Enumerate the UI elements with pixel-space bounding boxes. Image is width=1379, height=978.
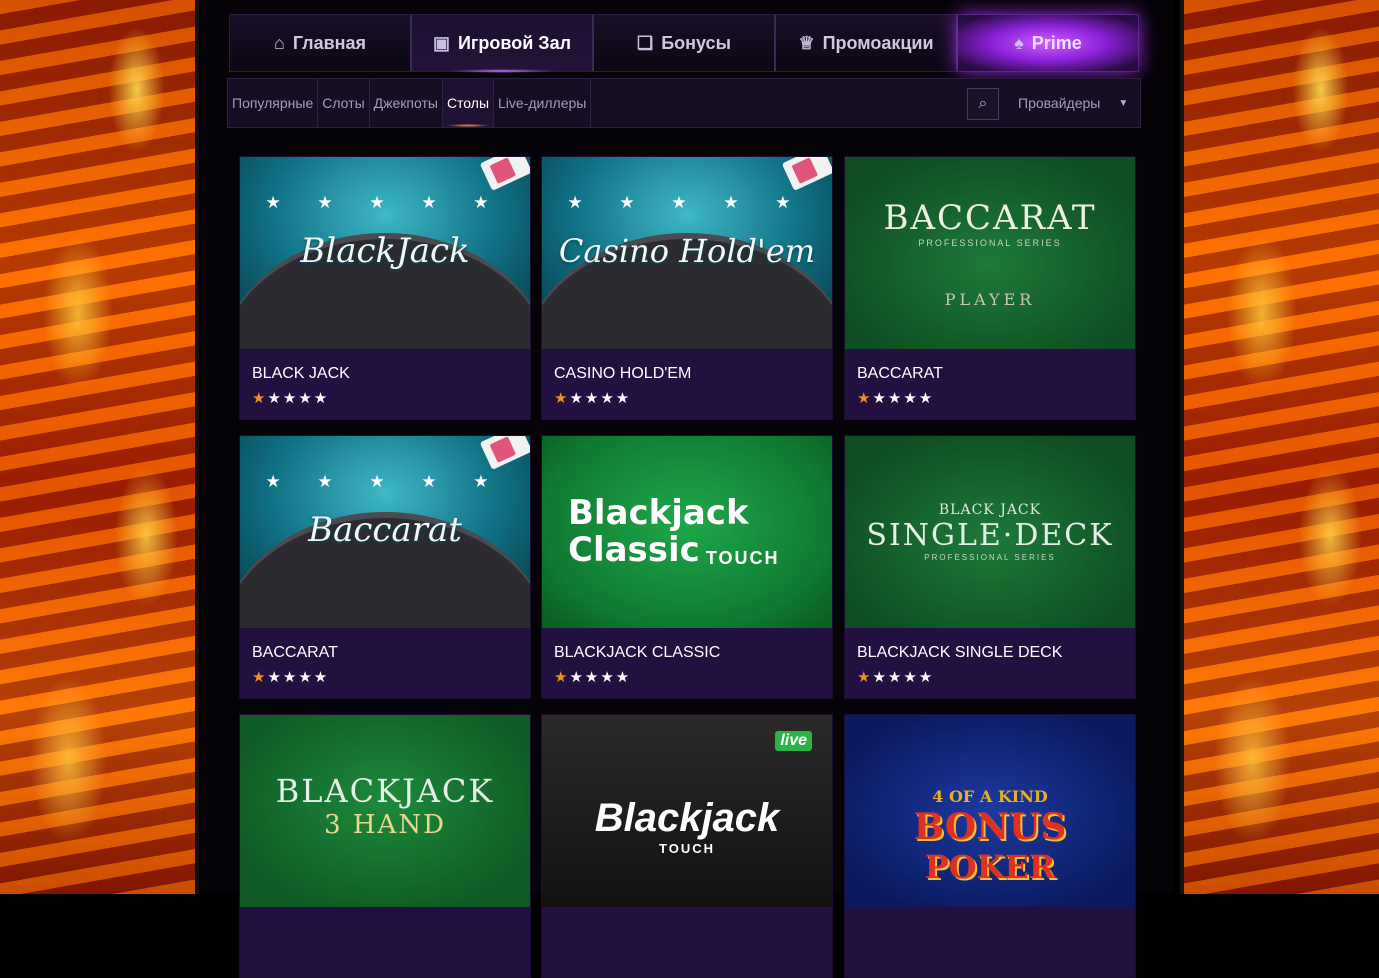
game-art-text: BLACKJACK	[275, 772, 495, 810]
game-card[interactable]: ★ ★ ★ ★ ★ BlackJack BLACK JACK ★★★★★	[239, 156, 531, 420]
live-badge: live	[775, 731, 812, 751]
game-card[interactable]: ★ ★ ★ ★ ★ Baccarat BACCARAT ★★★★★	[239, 435, 531, 699]
top-navigation: ⌂ Главная ▣ Игровой Зал ❏ Бонусы ♕ Промо…	[229, 14, 1139, 73]
flame-border-left	[0, 0, 199, 894]
category-navigation: Популярные Слоты Джекпоты Столы Live-дил…	[227, 78, 1141, 128]
game-art-label: TOUCH	[705, 548, 780, 569]
category-jackpots[interactable]: Джекпоты	[370, 79, 443, 127]
game-card[interactable]: BACCARAT PROFESSIONAL SERIES PLAYER BACC…	[844, 156, 1136, 420]
game-card[interactable]: Blackjack Classic TOUCH BLACKJACK CLASSI…	[541, 435, 833, 699]
playing-card-icon	[479, 157, 530, 191]
game-art-subtext: BLACK JACK	[938, 502, 1042, 518]
flame-border-right	[1180, 0, 1379, 894]
rating-star-icon: ★	[857, 390, 873, 407]
game-art-subtext: 4 OF A KIND	[932, 786, 1048, 806]
game-title: CASINO HOLD'EM	[554, 365, 692, 382]
tab-home-label: Главная	[292, 32, 367, 53]
game-rating: ★★★★★	[554, 669, 632, 686]
category-live-dealers[interactable]: Live-диллеры	[494, 79, 592, 127]
game-art-text: SINGLE·DECK	[866, 518, 1114, 553]
slot-machine-icon: ▣	[432, 32, 450, 53]
decor-stars: ★ ★ ★ ★ ★	[265, 193, 505, 212]
rating-star-icon: ★	[554, 390, 570, 407]
game-title: BLACKJACK CLASSIC	[554, 644, 721, 661]
tab-home[interactable]: ⌂ Главная	[230, 15, 412, 71]
chevron-down-icon: ▼	[1118, 97, 1129, 109]
rating-star-icon: ★	[554, 669, 570, 686]
game-rating: ★★★★★	[252, 669, 330, 686]
trophy-icon: ♕	[798, 32, 815, 53]
game-card[interactable]: ★ ★ ★ ★ ★ Casino Hold'em CASINO HOLD'EM …	[541, 156, 833, 420]
game-art-text: BACCARAT	[883, 197, 1097, 238]
game-art-subtext: Classic	[568, 530, 700, 570]
search-icon: ⌕	[978, 95, 988, 112]
game-thumbnail: 4 OF A KIND BONUS POKER	[845, 715, 1135, 907]
rating-star-icon: ★	[252, 669, 268, 686]
tab-prime-label: Prime	[1031, 32, 1082, 53]
tab-game-hall-label: Игровой Зал	[457, 32, 572, 53]
game-art-text: Casino Hold'em	[558, 232, 816, 270]
main-content: ⌂ Главная ▣ Игровой Зал ❏ Бонусы ♕ Промо…	[199, 0, 1173, 978]
game-thumbnail: BLACKJACK 3 HAND	[240, 715, 530, 907]
game-art-label: PROFESSIONAL SERIES	[924, 553, 1056, 562]
game-thumbnail: live Blackjack TOUCH	[542, 715, 832, 907]
game-thumbnail: Blackjack Classic TOUCH	[542, 436, 832, 628]
game-art-subtext: 3 HAND	[324, 810, 446, 840]
game-title: BLACKJACK SINGLE DECK	[857, 644, 1063, 661]
tab-bonuses[interactable]: ❏ Бонусы	[594, 15, 776, 71]
game-rating: ★★★★★	[554, 390, 632, 407]
category-tables[interactable]: Столы	[442, 79, 495, 127]
category-slots[interactable]: Слоты	[318, 79, 370, 127]
providers-dropdown[interactable]: Провайдеры ▼	[1018, 79, 1138, 127]
game-art-text: Baccarat	[308, 510, 462, 550]
game-art-text: BONUS	[913, 805, 1067, 848]
gift-icon: ❏	[637, 32, 654, 53]
game-thumbnail: ★ ★ ★ ★ ★ BlackJack	[240, 157, 530, 349]
tab-bonuses-label: Бонусы	[661, 32, 731, 53]
search-button[interactable]: ⌕	[967, 88, 999, 120]
playing-card-icon	[479, 436, 530, 470]
game-art-subtext: PROFESSIONAL SERIES	[918, 237, 1062, 248]
rating-star-icon: ★	[252, 390, 268, 407]
tab-promotions[interactable]: ♕ Промоакции	[776, 15, 958, 71]
game-card[interactable]: 4 OF A KIND BONUS POKER	[844, 714, 1136, 978]
tab-promotions-label: Промоакции	[822, 32, 934, 53]
game-art-label: PLAYER	[944, 289, 1036, 309]
game-art-text: Blackjack	[594, 796, 780, 840]
game-card[interactable]: BLACKJACK 3 HAND	[239, 714, 531, 978]
game-card[interactable]: live Blackjack TOUCH	[541, 714, 833, 978]
game-title: BACCARAT	[857, 365, 943, 382]
playing-card-icon	[781, 157, 832, 191]
game-thumbnail: BLACK JACK SINGLE·DECK PROFESSIONAL SERI…	[845, 436, 1135, 628]
game-card[interactable]: BLACK JACK SINGLE·DECK PROFESSIONAL SERI…	[844, 435, 1136, 699]
category-popular[interactable]: Популярные	[228, 79, 319, 127]
spade-icon: ♠	[1014, 32, 1024, 53]
tab-prime[interactable]: ♠ Prime	[958, 15, 1138, 71]
decor-stars: ★ ★ ★ ★ ★	[265, 472, 505, 491]
game-title: BACCARAT	[252, 644, 338, 661]
game-title: BLACK JACK	[252, 365, 350, 382]
game-thumbnail: ★ ★ ★ ★ ★ Baccarat	[240, 436, 530, 628]
game-rating: ★★★★★	[857, 669, 935, 686]
providers-label: Провайдеры	[1018, 95, 1101, 111]
game-rating: ★★★★★	[252, 390, 330, 407]
decor-stars: ★ ★ ★ ★ ★	[567, 193, 807, 212]
home-icon: ⌂	[273, 32, 285, 53]
rating-star-icon: ★	[857, 669, 873, 686]
game-rating: ★★★★★	[857, 390, 935, 407]
game-art-subtext: TOUCH	[659, 841, 715, 856]
game-art-text: BlackJack	[300, 231, 470, 271]
game-thumbnail: ★ ★ ★ ★ ★ Casino Hold'em	[542, 157, 832, 349]
game-thumbnail: BACCARAT PROFESSIONAL SERIES PLAYER	[845, 157, 1135, 349]
game-art-label: POKER	[924, 847, 1056, 886]
tab-game-hall[interactable]: ▣ Игровой Зал	[412, 15, 594, 73]
game-art-text: Blackjack	[568, 492, 749, 533]
